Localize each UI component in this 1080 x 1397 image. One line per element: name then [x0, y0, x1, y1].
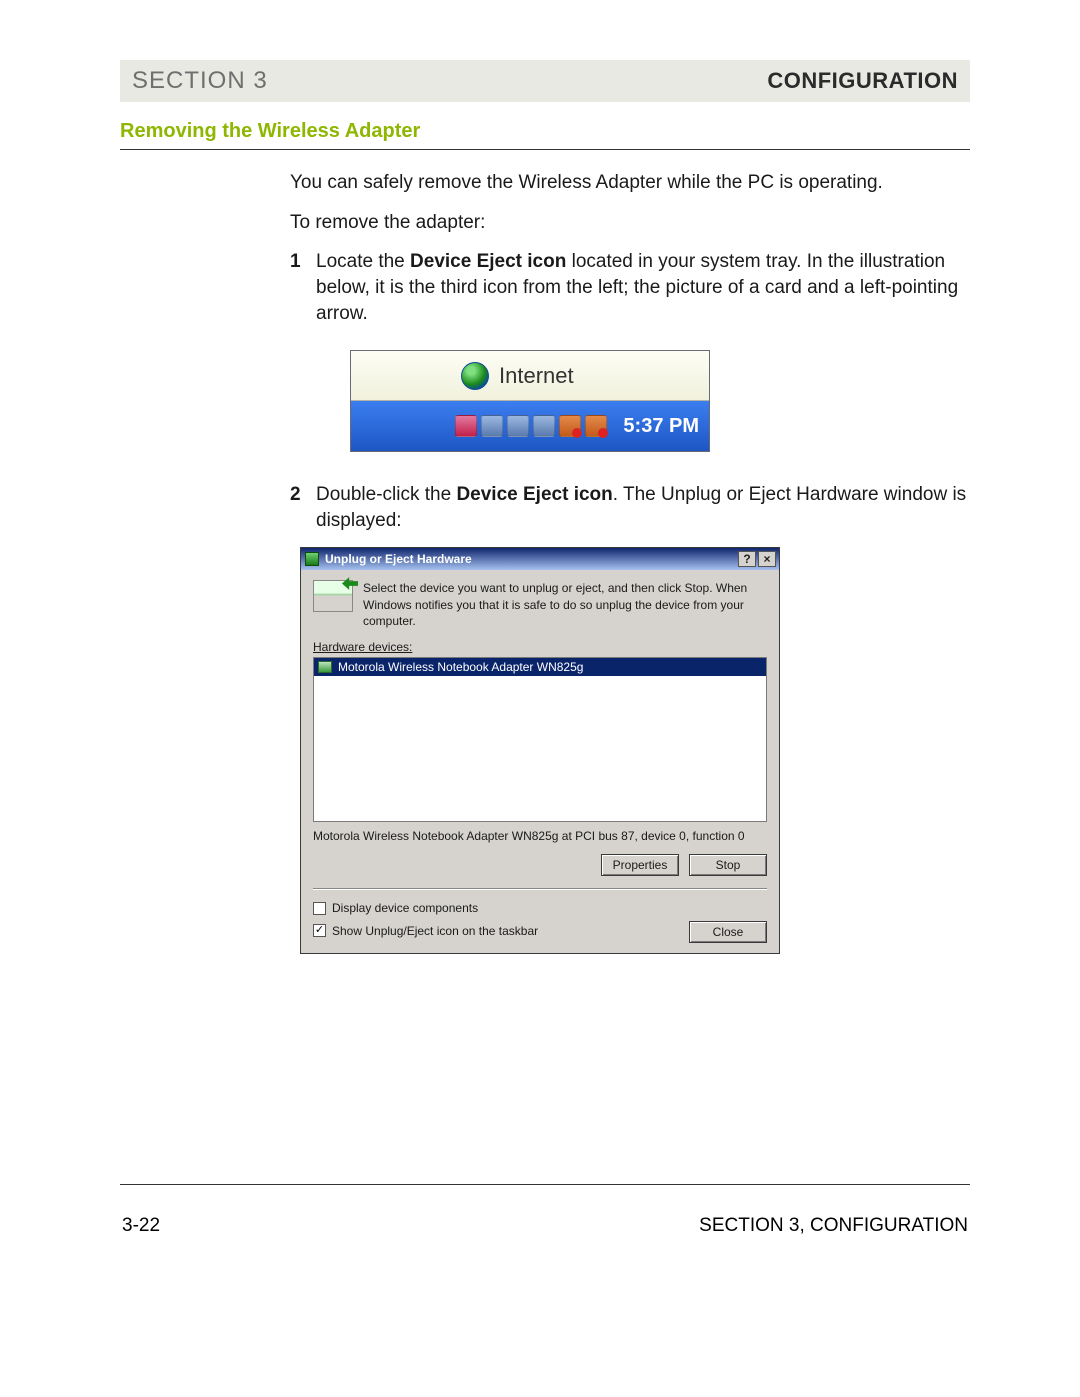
security-icon [585, 415, 607, 437]
dialog-icon [305, 552, 319, 566]
page-number: 3-22 [122, 1215, 160, 1237]
internet-label: Internet [499, 361, 574, 391]
dialog-title: Unplug or Eject Hardware [325, 551, 472, 567]
hardware-item-label: Motorola Wireless Notebook Adapter WN825… [338, 659, 583, 675]
tray-top: Internet [351, 351, 709, 401]
footer-label: SECTION 3, CONFIGURATION [699, 1215, 968, 1237]
step-number: 1 [290, 249, 316, 326]
taskbar-checkbox[interactable]: ✓ [313, 924, 326, 937]
hardware-description: Motorola Wireless Notebook Adapter WN825… [313, 828, 767, 844]
dialog-instruction: Select the device you want to unplug or … [363, 580, 767, 629]
taskbar: 5:37 PM [351, 401, 709, 451]
eject-dialog: Unplug or Eject Hardware ? × Select the … [300, 547, 780, 953]
hardware-label: Hardware devices: [313, 639, 767, 655]
titlebar: Unplug or Eject Hardware ? × [301, 548, 779, 570]
close-button[interactable]: Close [689, 921, 767, 943]
network2-icon [533, 415, 555, 437]
msn-icon [559, 415, 581, 437]
eject-icon [507, 415, 529, 437]
lead-text: To remove the adapter: [290, 210, 970, 236]
intro-text: You can safely remove the Wireless Adapt… [290, 170, 970, 196]
step-number: 2 [290, 482, 316, 533]
stop-button[interactable]: Stop [689, 854, 767, 876]
hardware-list[interactable]: Motorola Wireless Notebook Adapter WN825… [313, 657, 767, 822]
tray-icons [455, 415, 607, 437]
globe-icon [461, 362, 489, 390]
tray-clock: 5:37 PM [623, 413, 699, 440]
taskbar-label: Show Unplug/Eject icon on the taskbar [332, 923, 538, 939]
sub-heading: Removing the Wireless Adapter [120, 120, 970, 150]
card-eject-icon [313, 580, 353, 612]
adapter-icon [318, 661, 332, 673]
step-2: 2 Double-click the Device Eject icon. Th… [290, 482, 970, 533]
step-1: 1 Locate the Device Eject icon located i… [290, 249, 970, 326]
network-icon [481, 415, 503, 437]
step-text: Double-click the Device Eject icon. The … [316, 482, 970, 533]
help-button[interactable]: ? [738, 551, 756, 567]
properties-button[interactable]: Properties [601, 854, 679, 876]
system-tray-figure: Internet 5:37 PM [350, 350, 710, 452]
section-label: SECTION 3 [132, 67, 268, 95]
hardware-item[interactable]: Motorola Wireless Notebook Adapter WN825… [314, 658, 766, 676]
divider [313, 888, 767, 890]
close-x-button[interactable]: × [758, 551, 776, 567]
components-label: Display device components [332, 900, 478, 916]
header-bar: SECTION 3 CONFIGURATION [120, 60, 970, 102]
components-checkbox[interactable] [313, 902, 326, 915]
step-text: Locate the Device Eject icon located in … [316, 249, 970, 326]
footer-rule [120, 1184, 970, 1185]
wifi-icon [455, 415, 477, 437]
page-title: CONFIGURATION [767, 68, 958, 94]
